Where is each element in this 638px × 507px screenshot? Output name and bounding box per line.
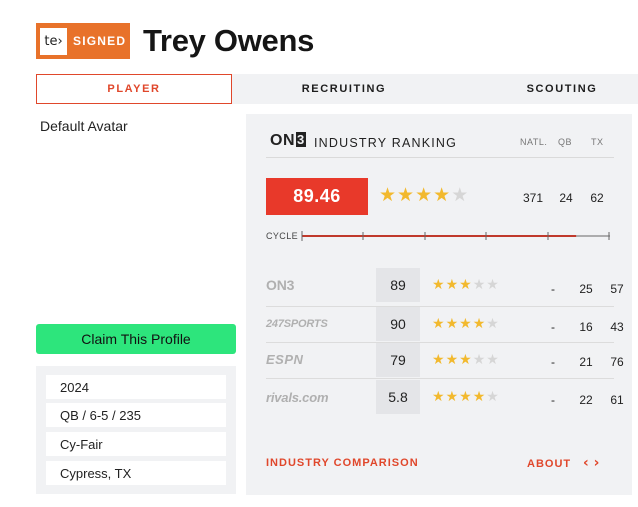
cycle-timeline bbox=[301, 231, 610, 241]
source-rank-natl: - bbox=[551, 355, 555, 369]
rank-position[interactable]: 24 bbox=[551, 191, 581, 205]
about-link[interactable]: ABOUT bbox=[527, 458, 571, 470]
avatar: Default Avatar bbox=[40, 118, 128, 134]
source-rank-natl: - bbox=[551, 393, 555, 407]
star-filled-icon: ★ bbox=[445, 352, 459, 368]
source-score: 79 bbox=[376, 343, 420, 377]
star-filled-icon: ★ bbox=[397, 184, 415, 206]
bio-hometown: Cypress, TX bbox=[46, 461, 226, 485]
ranking-title: INDUSTRY RANKING bbox=[314, 136, 458, 150]
profile-header: te› SIGNED Trey Owens bbox=[36, 22, 314, 60]
star-filled-icon: ★ bbox=[432, 389, 445, 405]
col-head-natl: NATL. bbox=[520, 137, 548, 147]
star-filled-icon: ★ bbox=[432, 352, 445, 368]
source-row-247sports: 247SPORTS 90 ★ ★ ★ ★ ★ - 16 43 bbox=[266, 307, 624, 341]
bio-high-school: Cy-Fair bbox=[46, 432, 226, 456]
star-empty-icon: ★ bbox=[486, 316, 499, 332]
source-star-rating: ★ ★ ★ ★ ★ bbox=[432, 317, 500, 331]
bio-panel: 2024 QB / 6-5 / 235 Cy-Fair Cypress, TX bbox=[36, 366, 236, 494]
star-filled-icon: ★ bbox=[433, 184, 451, 206]
source-score: 89 bbox=[376, 268, 420, 302]
star-filled-icon: ★ bbox=[432, 277, 445, 293]
source-rank-position: 25 bbox=[579, 282, 593, 296]
source-rank-position: 16 bbox=[579, 320, 593, 334]
247sports-logo: 247SPORTS bbox=[266, 318, 328, 330]
star-filled-icon: ★ bbox=[445, 316, 459, 332]
rank-natl[interactable]: 371 bbox=[518, 191, 548, 205]
source-row-on3: ON3 89 ★ ★ ★ ★ ★ - 25 57 bbox=[266, 268, 624, 302]
source-star-rating: ★ ★ ★ ★ ★ bbox=[432, 278, 500, 292]
star-filled-icon: ★ bbox=[472, 389, 486, 405]
ranking-header: ON 3 INDUSTRY RANKING NATL. QB TX bbox=[266, 130, 614, 158]
star-filled-icon: ★ bbox=[459, 352, 472, 368]
industry-star-rating: ★ ★ ★ ★ ★ bbox=[379, 186, 469, 205]
source-star-rating: ★ ★ ★ ★ ★ bbox=[432, 390, 500, 404]
tab-scouting[interactable]: SCOUTING bbox=[456, 74, 638, 104]
star-empty-icon: ★ bbox=[486, 277, 499, 293]
signed-label: SIGNED bbox=[73, 34, 127, 48]
star-filled-icon: ★ bbox=[459, 389, 472, 405]
on3-logo: ON 3 bbox=[270, 132, 306, 149]
source-rank-natl: - bbox=[551, 320, 555, 334]
star-filled-icon: ★ bbox=[445, 389, 459, 405]
source-row-rivals: rivals.com 5.8 ★ ★ ★ ★ ★ - 22 61 bbox=[266, 380, 624, 414]
row-divider bbox=[266, 378, 614, 379]
on3-source-logo: ON3 bbox=[266, 277, 295, 293]
rivals-logo: rivals.com bbox=[266, 390, 329, 405]
industry-comparison-link[interactable]: INDUSTRY COMPARISON bbox=[266, 457, 419, 469]
cycle-label: CYCLE bbox=[266, 231, 299, 241]
source-rank-state: 57 bbox=[610, 282, 624, 296]
source-rank-position: 21 bbox=[579, 355, 593, 369]
star-empty-icon: ★ bbox=[451, 184, 469, 206]
college-logo: te› bbox=[40, 27, 67, 55]
industry-score: 89.46 bbox=[266, 178, 368, 215]
source-row-espn: ESPN 79 ★ ★ ★ ★ ★ - 21 76 bbox=[266, 343, 624, 377]
bio-position-measurables: QB / 6-5 / 235 bbox=[46, 403, 226, 427]
source-rank-state: 61 bbox=[610, 393, 624, 407]
star-empty-icon: ★ bbox=[486, 389, 499, 405]
rank-state[interactable]: 62 bbox=[582, 191, 612, 205]
source-score: 90 bbox=[376, 307, 420, 341]
source-star-rating: ★ ★ ★ ★ ★ bbox=[432, 353, 500, 367]
star-empty-icon: ★ bbox=[486, 352, 499, 368]
source-score: 5.8 bbox=[376, 380, 420, 414]
source-rank-position: 22 bbox=[579, 393, 593, 407]
source-rank-natl: - bbox=[551, 282, 555, 296]
source-rank-state: 43 bbox=[610, 320, 624, 334]
bio-class-year: 2024 bbox=[46, 375, 226, 399]
star-filled-icon: ★ bbox=[432, 316, 445, 332]
col-head-pos: QB bbox=[558, 137, 573, 147]
star-filled-icon: ★ bbox=[445, 277, 459, 293]
star-filled-icon: ★ bbox=[415, 184, 433, 206]
claim-profile-button[interactable]: Claim This Profile bbox=[36, 324, 236, 354]
code-brackets-icon[interactable]: ‹ › bbox=[583, 455, 599, 471]
star-empty-icon: ★ bbox=[472, 277, 486, 293]
star-filled-icon: ★ bbox=[472, 316, 486, 332]
player-name: Trey Owens bbox=[143, 23, 315, 58]
espn-logo: ESPN bbox=[266, 352, 304, 367]
star-empty-icon: ★ bbox=[472, 352, 486, 368]
star-filled-icon: ★ bbox=[459, 277, 472, 293]
col-head-state: TX bbox=[591, 137, 604, 147]
source-rank-state: 76 bbox=[610, 355, 624, 369]
tab-recruiting[interactable]: RECRUITING bbox=[232, 74, 456, 104]
star-filled-icon: ★ bbox=[379, 184, 397, 206]
signed-badge: te› SIGNED bbox=[36, 23, 130, 59]
industry-ranking-panel: ON 3 INDUSTRY RANKING NATL. QB TX 89.46 ★… bbox=[246, 114, 632, 495]
profile-tabs: PLAYER RECRUITING SCOUTING bbox=[36, 74, 638, 104]
star-filled-icon: ★ bbox=[459, 316, 472, 332]
tab-player[interactable]: PLAYER bbox=[36, 74, 232, 104]
